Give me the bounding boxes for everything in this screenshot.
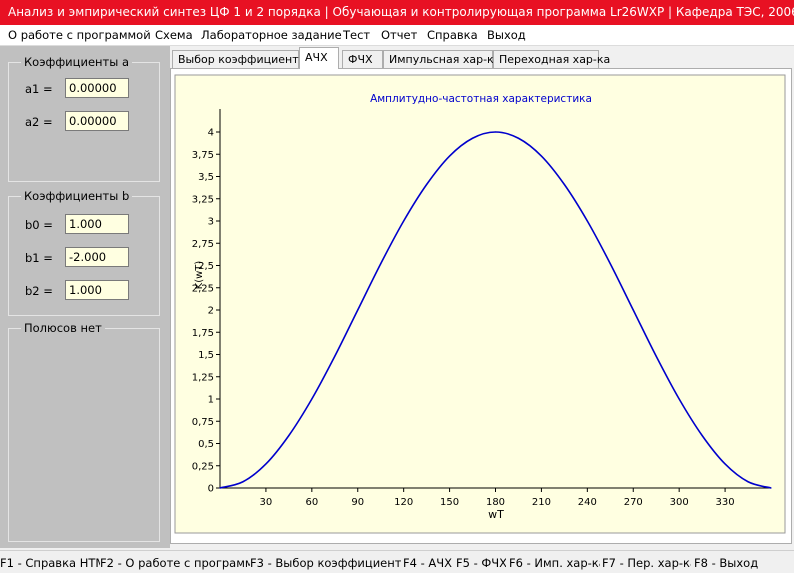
curve-point <box>494 131 497 133</box>
y-tick-label: 3,75 <box>192 150 214 161</box>
window-title: Анализ и эмпирический синтез ЦФ 1 и 2 по… <box>8 5 794 19</box>
a2-label: a2 = <box>25 115 53 129</box>
y-tick-label: 0 <box>208 484 214 495</box>
y-tick-label: 3,25 <box>192 194 214 205</box>
b0-input[interactable] <box>65 214 129 234</box>
x-axis-label: wT <box>488 508 504 521</box>
b1-label: b1 = <box>25 251 53 265</box>
y-tick-label: 1,25 <box>192 372 214 383</box>
tab-coefficients[interactable]: Выбор коэффициентов <box>172 50 312 68</box>
y-tick-label: 2 <box>208 306 214 317</box>
curve-point <box>770 487 772 489</box>
y-tick-label: 0,5 <box>198 439 214 450</box>
curve-point <box>540 155 543 157</box>
amplitude-response-page: Амплитудно-частотная характеристика wT K… <box>170 68 792 544</box>
curve-point <box>334 355 336 357</box>
tab-impulse-response[interactable]: Импульсная хар-ка <box>383 50 500 68</box>
y-tick-label: 1,75 <box>192 328 214 339</box>
status-bar: F1 - Справка HTML F2 - О работе с програ… <box>0 550 794 573</box>
curve-point <box>242 481 244 483</box>
curve-point <box>701 434 703 437</box>
curve-point <box>632 309 634 311</box>
curve-point <box>357 309 359 311</box>
menu-exit[interactable]: Выход <box>487 28 526 42</box>
x-tick-label: 330 <box>716 497 735 508</box>
y-tick-label: 0,25 <box>192 461 214 472</box>
y-tick-label: 1,5 <box>198 350 214 361</box>
curve-point <box>219 487 221 489</box>
b2-label: b2 = <box>25 284 53 298</box>
curve-point <box>747 481 749 483</box>
curve-point <box>609 263 611 265</box>
curve-point <box>563 183 565 186</box>
x-tick-label: 210 <box>532 497 551 508</box>
menu-about[interactable]: О работе с программой <box>8 28 151 42</box>
a1-input[interactable] <box>65 78 129 98</box>
amplitude-response-chart: Амплитудно-частотная характеристика wT K… <box>174 74 786 534</box>
x-tick-label: 150 <box>440 497 459 508</box>
x-tick-label: 270 <box>624 497 643 508</box>
menu-bar: О работе с программой Схема Лабораторное… <box>0 25 794 46</box>
menu-test[interactable]: Тест <box>343 28 370 42</box>
y-tick-label: 3,5 <box>198 172 214 183</box>
y-tick-label: 2,75 <box>192 239 214 250</box>
menu-help[interactable]: Справка <box>427 28 478 42</box>
y-tick-label: 1 <box>208 395 214 406</box>
curve-point <box>380 263 382 265</box>
status-f2-about[interactable]: F2 - О работе с программой <box>100 556 250 570</box>
menu-lab-task[interactable]: Лабораторное задание <box>201 28 342 42</box>
poles-group: Полюсов нет <box>8 321 160 542</box>
x-tick-label: 30 <box>260 497 273 508</box>
curve-point <box>426 183 428 186</box>
a1-label: a1 = <box>25 82 53 96</box>
curve-point <box>448 155 451 157</box>
tab-amplitude-response[interactable]: АЧХ <box>299 47 339 69</box>
x-tick-label: 120 <box>394 497 413 508</box>
x-tick-label: 240 <box>578 497 597 508</box>
curve-point <box>678 398 680 400</box>
y-tick-label: 4 <box>208 128 214 139</box>
curve-point <box>403 220 405 222</box>
status-f5-phase[interactable]: F5 - ФЧХ <box>456 556 506 570</box>
status-f3-coefficients[interactable]: F3 - Выбор коэффициентов <box>250 556 401 570</box>
curve-point <box>265 463 267 465</box>
status-f8-exit[interactable]: F8 - Выход <box>694 556 789 570</box>
curve-point <box>288 434 290 437</box>
y-tick-label: 3 <box>208 217 214 228</box>
tab-area: Выбор коэффициентов АЧХ ФЧХ Импульсная х… <box>170 46 794 548</box>
tab-phase-response[interactable]: ФЧХ <box>342 50 383 68</box>
b1-input[interactable] <box>65 247 129 267</box>
chart-title: Амплитудно-частотная характеристика <box>370 93 592 105</box>
y-tick-label: 2,5 <box>198 261 214 272</box>
status-f4-amplitude[interactable]: F4 - АЧХ <box>403 556 453 570</box>
b0-label: b0 = <box>25 218 53 232</box>
status-f6-impulse[interactable]: F6 - Имп. хар-ка <box>509 556 600 570</box>
x-tick-label: 180 <box>486 497 505 508</box>
tab-step-response[interactable]: Переходная хар-ка <box>493 50 610 68</box>
menu-scheme[interactable]: Схема <box>155 28 193 42</box>
curve-point <box>311 398 313 400</box>
x-tick-label: 60 <box>305 497 318 508</box>
y-tick-label: 0,75 <box>192 417 214 428</box>
coefficients-a-title: Коэффициенты a <box>21 55 133 69</box>
coefficients-panel: Коэффициенты a a1 = a2 = Коэффициенты b … <box>0 46 170 548</box>
title-bar: Анализ и эмпирический синтез ЦФ 1 и 2 по… <box>0 0 794 25</box>
curve-point <box>517 137 520 139</box>
curve-point <box>586 220 588 222</box>
curve-point <box>724 463 726 465</box>
x-tick-label: 90 <box>351 497 364 508</box>
b2-input[interactable] <box>65 280 129 300</box>
curve-point <box>655 355 657 357</box>
status-f7-step[interactable]: F7 - Пер. хар-ка <box>602 556 691 570</box>
curve-point <box>471 137 474 139</box>
y-tick-label: 2,25 <box>192 283 214 294</box>
a2-input[interactable] <box>65 111 129 131</box>
x-tick-label: 300 <box>670 497 689 508</box>
status-f1-help[interactable]: F1 - Справка HTML <box>0 556 100 570</box>
menu-report[interactable]: Отчет <box>381 28 417 42</box>
coefficients-b-title: Коэффициенты b <box>21 189 133 203</box>
poles-title: Полюсов нет <box>21 321 105 335</box>
